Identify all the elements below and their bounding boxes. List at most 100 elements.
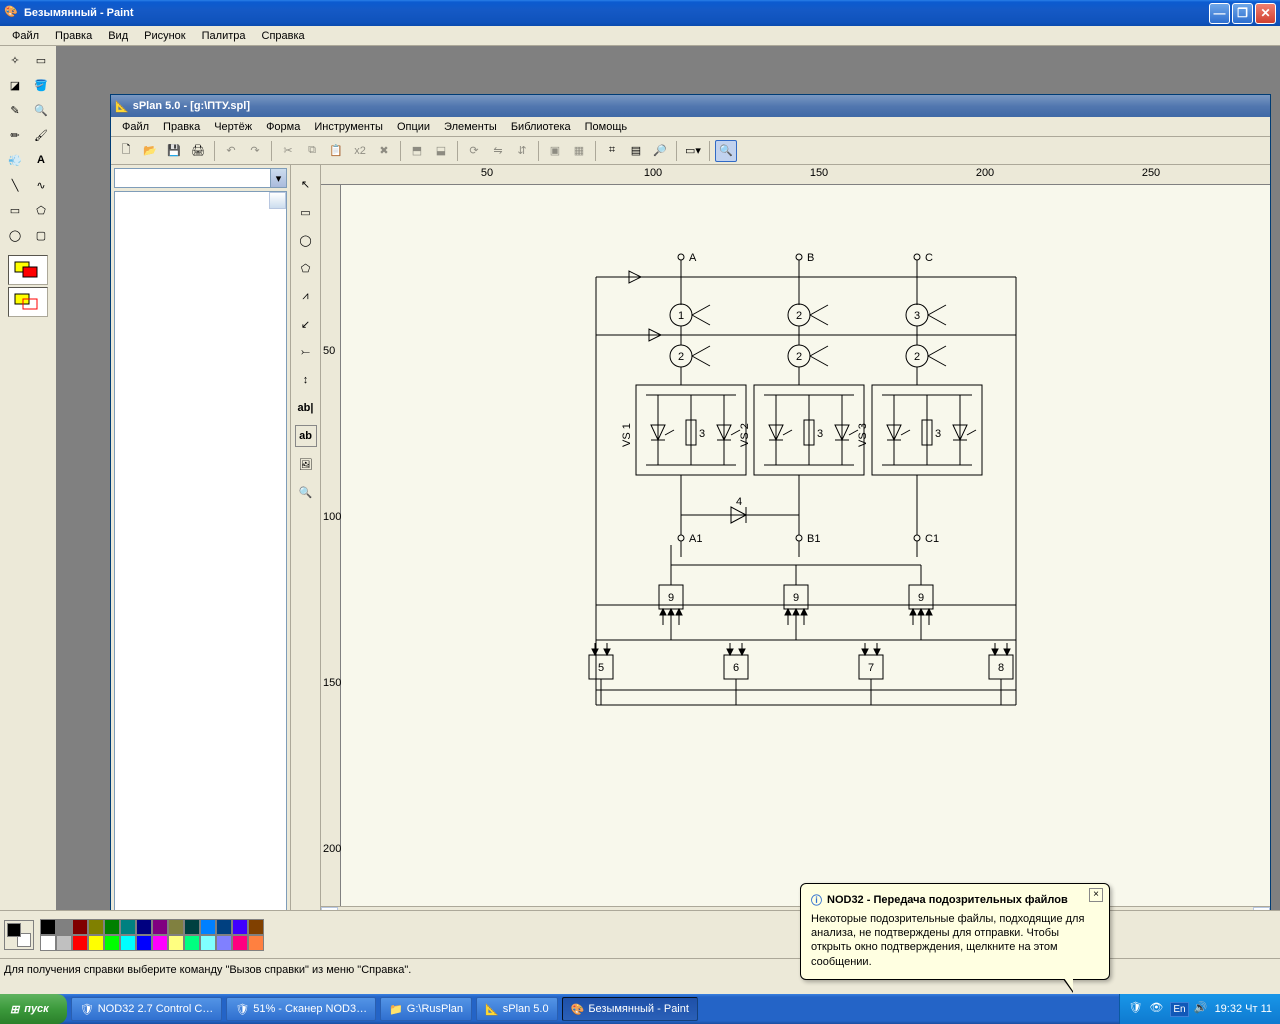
tb-back-icon[interactable]: ⬓: [430, 140, 452, 162]
tb-ungroup-icon[interactable]: ▦: [568, 140, 590, 162]
library-combo[interactable]: ▾: [114, 168, 287, 188]
color-swatch[interactable]: [200, 919, 216, 935]
tool-rounded-rect[interactable]: ▢: [29, 223, 54, 247]
tool-freeform-select[interactable]: ✧: [3, 48, 28, 72]
splan-menu-form[interactable]: Форма: [259, 119, 307, 135]
tool-rect-select[interactable]: ▭: [29, 48, 54, 72]
tray-clock[interactable]: 19:32 Чт 11: [1215, 1003, 1272, 1015]
color-swatch[interactable]: [72, 919, 88, 935]
scroll-right-icon[interactable]: ▸: [1253, 907, 1270, 910]
tool-line[interactable]: ╲: [3, 173, 28, 197]
color-swatch[interactable]: [168, 935, 184, 951]
tool-magnifier[interactable]: 🔍: [29, 98, 54, 122]
task-paint[interactable]: 🎨Безымянный - Paint: [562, 997, 698, 1021]
tool-brush[interactable]: 🖌: [29, 123, 54, 147]
pointer-tool-icon[interactable]: ↖: [295, 173, 317, 195]
color-swatch[interactable]: [40, 919, 56, 935]
tool-option-opaque[interactable]: [8, 255, 48, 285]
splan-menu-elements[interactable]: Элементы: [437, 119, 504, 135]
tool-airbrush[interactable]: 💨: [3, 148, 28, 172]
color-swatch[interactable]: [104, 935, 120, 951]
rect-tool-icon[interactable]: ▭: [295, 201, 317, 223]
language-indicator[interactable]: En: [1170, 1002, 1188, 1017]
tb-find-icon[interactable]: 🔎: [649, 140, 671, 162]
color-swatch[interactable]: [136, 935, 152, 951]
tool-rectangle[interactable]: ▭: [3, 198, 28, 222]
tool-picker[interactable]: ✎: [3, 98, 28, 122]
color-swatch[interactable]: [40, 935, 56, 951]
tb-fliph-icon[interactable]: ⇋: [487, 140, 509, 162]
color-swatch[interactable]: [120, 935, 136, 951]
splan-menu-tools[interactable]: Инструменты: [307, 119, 390, 135]
color-swatch[interactable]: [152, 935, 168, 951]
tool-pencil[interactable]: ✏: [3, 123, 28, 147]
tb-undo-icon[interactable]: ↶: [220, 140, 242, 162]
tool-option-transparent[interactable]: [8, 287, 48, 317]
color-swatch[interactable]: [248, 919, 264, 935]
scroll-up-icon[interactable]: [269, 192, 286, 209]
tb-zoom-icon[interactable]: 🔍: [715, 140, 737, 162]
zoom-tool-icon[interactable]: 🔍: [295, 481, 317, 503]
tb-rotate-icon[interactable]: ⟳: [463, 140, 485, 162]
tb-delete-icon[interactable]: ✖: [373, 140, 395, 162]
tb-open-icon[interactable]: 📂: [139, 140, 161, 162]
color-swatch[interactable]: [232, 919, 248, 935]
color-swatch[interactable]: [136, 919, 152, 935]
polygon-tool-icon[interactable]: ⬠: [295, 257, 317, 279]
nod32-balloon[interactable]: × ⓘ NOD32 - Передача подозрительных файл…: [800, 883, 1110, 980]
splan-menu-options[interactable]: Опции: [390, 119, 437, 135]
splan-menu-drawing[interactable]: Чертёж: [207, 119, 259, 135]
task-explorer[interactable]: 📁G:\RusPlan: [380, 997, 472, 1021]
tb-copy-icon[interactable]: ⧉: [301, 140, 323, 162]
color-swatch[interactable]: [72, 935, 88, 951]
color-swatch[interactable]: [88, 919, 104, 935]
minimize-button[interactable]: —: [1209, 3, 1230, 24]
color-swatch[interactable]: [232, 935, 248, 951]
tb-grid-icon[interactable]: ▤: [625, 140, 647, 162]
color-swatch[interactable]: [168, 919, 184, 935]
tb-flipv-icon[interactable]: ⇵: [511, 140, 533, 162]
color-swatch[interactable]: [248, 935, 264, 951]
color-swatch[interactable]: [56, 919, 72, 935]
tb-new-icon[interactable]: 🗋: [115, 140, 137, 162]
tool-polygon[interactable]: ⬠: [29, 198, 54, 222]
color-swatch[interactable]: [184, 919, 200, 935]
splan-menu-library[interactable]: Библиотека: [504, 119, 578, 135]
menu-image[interactable]: Рисунок: [136, 28, 194, 44]
splan-menu-edit[interactable]: Правка: [156, 119, 207, 135]
menu-palette[interactable]: Палитра: [194, 28, 254, 44]
tb-snap-icon[interactable]: ⌗: [601, 140, 623, 162]
library-list[interactable]: [114, 191, 287, 910]
paint-canvas[interactable]: 📐 sPlan 5.0 - [g:\ПТУ.spl] Файл Правка Ч…: [56, 46, 1280, 910]
menu-edit[interactable]: Правка: [47, 28, 100, 44]
menu-view[interactable]: Вид: [100, 28, 136, 44]
tb-print-icon[interactable]: 🖨: [187, 140, 209, 162]
color-swatch[interactable]: [120, 919, 136, 935]
color-swatch[interactable]: [200, 935, 216, 951]
task-splan[interactable]: 📐sPlan 5.0: [476, 997, 558, 1021]
color-indicator[interactable]: [4, 920, 34, 950]
tb-paste-icon[interactable]: 📋: [325, 140, 347, 162]
text-tool-icon[interactable]: ab|: [295, 397, 317, 419]
color-swatch[interactable]: [216, 919, 232, 935]
tb-save-icon[interactable]: 💾: [163, 140, 185, 162]
task-nod32scan[interactable]: 🛡51% - Сканер NOD3…: [226, 997, 376, 1021]
task-nod32cc[interactable]: 🛡NOD32 2.7 Control C…: [71, 997, 223, 1021]
tb-redo-icon[interactable]: ↷: [244, 140, 266, 162]
color-swatch[interactable]: [104, 919, 120, 935]
image-tool-icon[interactable]: 🖼: [295, 453, 317, 475]
paint-titlebar[interactable]: 🎨 Безымянный - Paint — ❐ ✕: [0, 0, 1280, 26]
tb-front-icon[interactable]: ⬒: [406, 140, 428, 162]
tray-shield-icon[interactable]: 🛡: [1128, 1001, 1144, 1017]
tool-text[interactable]: A: [29, 148, 54, 172]
tb-page-icon[interactable]: ▭▾: [682, 140, 704, 162]
tb-group-icon[interactable]: ▣: [544, 140, 566, 162]
splan-menu-help[interactable]: Помощь: [578, 119, 635, 135]
polyline-tool-icon[interactable]: ⩘: [295, 285, 317, 307]
splan-titlebar[interactable]: 📐 sPlan 5.0 - [g:\ПТУ.spl]: [111, 95, 1270, 117]
tray-nod32-icon[interactable]: 👁: [1149, 1001, 1165, 1017]
dimension-tool-icon[interactable]: ↕: [295, 369, 317, 391]
color-swatch[interactable]: [88, 935, 104, 951]
color-swatch[interactable]: [56, 935, 72, 951]
menu-file[interactable]: Файл: [4, 28, 47, 44]
